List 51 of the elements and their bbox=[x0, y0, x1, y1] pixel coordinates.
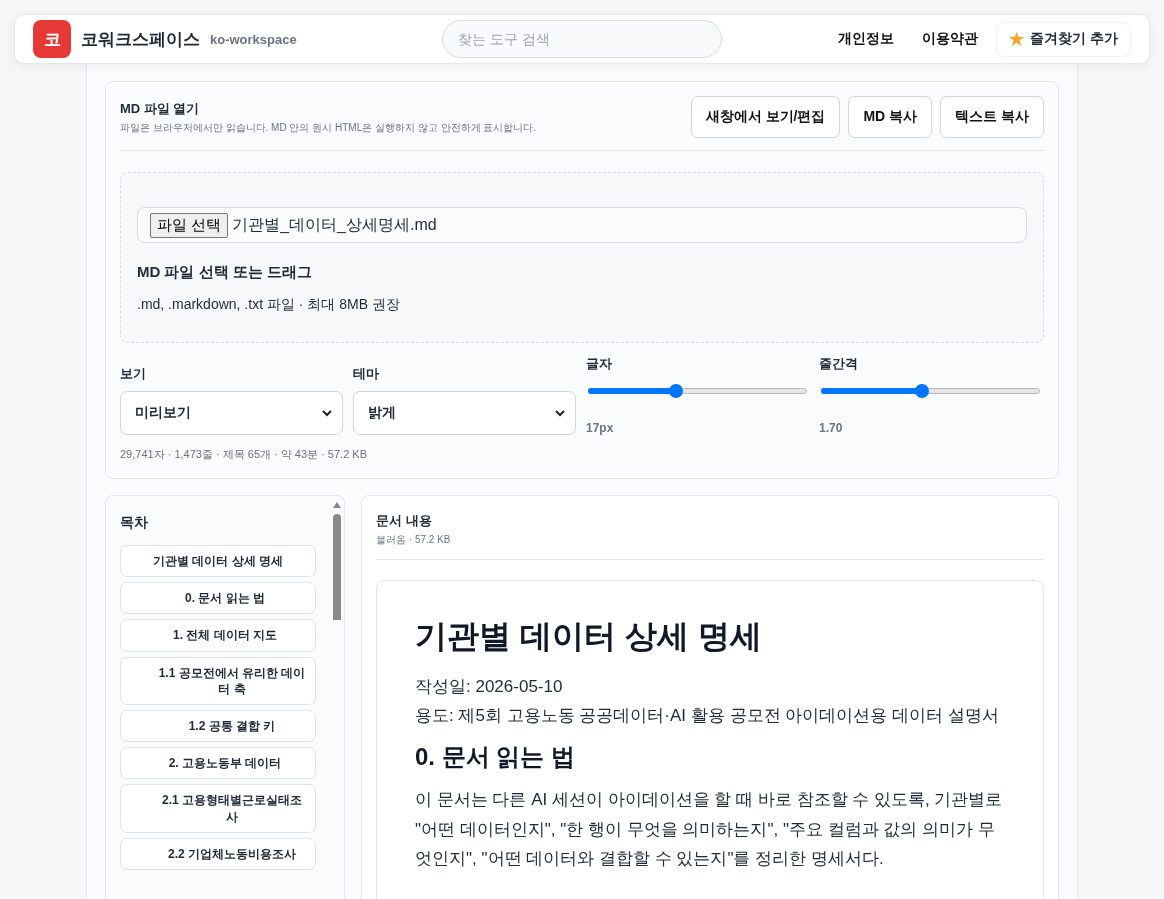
action-button[interactable]: 텍스트 복사 bbox=[940, 96, 1044, 138]
toc-item[interactable]: 1. 전체 데이터 지도 bbox=[120, 619, 316, 652]
field-label: 테마 bbox=[353, 365, 380, 383]
favorite-button[interactable]: ★ 즐겨찾기 추가 bbox=[996, 21, 1131, 57]
slider[interactable] bbox=[588, 385, 807, 397]
toc-item[interactable]: 1.2 공통 결합 키 bbox=[120, 709, 316, 743]
dropdown[interactable]: 밝게 bbox=[353, 391, 576, 435]
toc-item[interactable]: 0. 문서 읽는 법 bbox=[120, 582, 316, 615]
field-label: 줄간격 bbox=[819, 355, 859, 373]
action-button[interactable]: MD 복사 bbox=[848, 96, 933, 138]
brand-slug: ko-workspace bbox=[210, 31, 297, 47]
slider-thumb[interactable] bbox=[668, 384, 683, 398]
toc-item[interactable]: 기관별 데이터 상세 명세 bbox=[120, 545, 316, 578]
toc-item[interactable]: 1.1 공모전에서 유리한 데이터 축 bbox=[120, 656, 316, 705]
panel-subtitle: 불러옴 · 57.2 KB bbox=[376, 533, 452, 547]
file-input[interactable]: 파일 선택 기관별_데이터_상세명세.md bbox=[137, 207, 1027, 243]
search-field[interactable]: 찾는 도구 검색 bbox=[442, 20, 722, 58]
field-label: 보기 bbox=[120, 365, 147, 383]
drop-zone[interactable]: 파일 선택 기관별_데이터_상세명세.md MD 파일 선택 또는 드래그 .md, .markdown, .txt 파일 · 최대 8MB 권장 bbox=[120, 172, 1044, 343]
choose-file-button[interactable]: 파일 선택 bbox=[150, 212, 229, 238]
panel-title: MD 파일 열기 bbox=[120, 99, 201, 118]
toc-item[interactable]: 2. 고용노동부 데이터 bbox=[120, 747, 316, 780]
document-stats: 29,741자 · 1,473줄 · 제목 65개 · 약 43분 · 57.2 KB bbox=[120, 447, 368, 462]
chevron-down-icon bbox=[322, 409, 332, 417]
slider-value: 1.70 bbox=[819, 421, 844, 435]
logo[interactable]: 코 bbox=[33, 20, 71, 58]
paragraph: 이 문서는 다른 AI 세션이 아이데이션을 할 때 바로 참조할 수 있도록, 기관별로 "어떤 데이터인지", "한 행이 무엇을 의미하는지", "주요 컬럼과 값의 의미가 무엇인지", "어떤 데이터와 결합할 수 있는지"를 정리한 명세서다. bbox=[415, 788, 1004, 871]
action-button[interactable]: 새창에서 보기/편집 bbox=[690, 96, 841, 138]
document-meta: 작성일: 2026-05-10 bbox=[415, 676, 564, 698]
panel-subtitle: 파일은 브라우저에서만 읽습니다. MD 안의 원시 HTML은 실행하지 않고 안전하게 표시합니다. bbox=[120, 120, 537, 135]
document-heading: 기관별 데이터 상세 명세 bbox=[415, 617, 763, 656]
toc-title: 목차 bbox=[120, 514, 149, 532]
toc-item[interactable]: 2.1 고용형태별근로실태조사 bbox=[120, 784, 316, 833]
slider-value: 17px bbox=[586, 421, 615, 435]
drop-zone-hint: .md, .markdown, .txt 파일 · 최대 8MB 권장 bbox=[137, 296, 401, 314]
slider[interactable] bbox=[821, 385, 1040, 397]
star-icon: ★ bbox=[1009, 28, 1025, 50]
chevron-down-icon bbox=[555, 409, 565, 417]
field-label: 글자 bbox=[586, 355, 613, 373]
nav-link[interactable]: 개인정보 bbox=[828, 24, 905, 54]
file-name: 기관별_데이터_상세명세.md bbox=[232, 214, 437, 235]
brand-name: 코워크스페이스 bbox=[81, 28, 200, 51]
scrollbar[interactable] bbox=[332, 500, 342, 620]
panel-title: 문서 내용 bbox=[376, 512, 433, 530]
drop-zone-title: MD 파일 선택 또는 드래그 bbox=[137, 263, 313, 282]
section-heading: 0. 문서 읽는 법 bbox=[415, 741, 577, 772]
toc-item[interactable]: 2.2 기업체노동비용조사 bbox=[120, 837, 316, 870]
document-meta: 용도: 제5회 고용노동 공공데이터·AI 활용 공모전 아이데이션용 데이터 설명서 bbox=[415, 704, 1000, 727]
dropdown[interactable]: 미리보기 bbox=[120, 391, 343, 435]
slider-thumb[interactable] bbox=[914, 384, 929, 398]
nav-link[interactable]: 이용약관 bbox=[912, 24, 989, 54]
